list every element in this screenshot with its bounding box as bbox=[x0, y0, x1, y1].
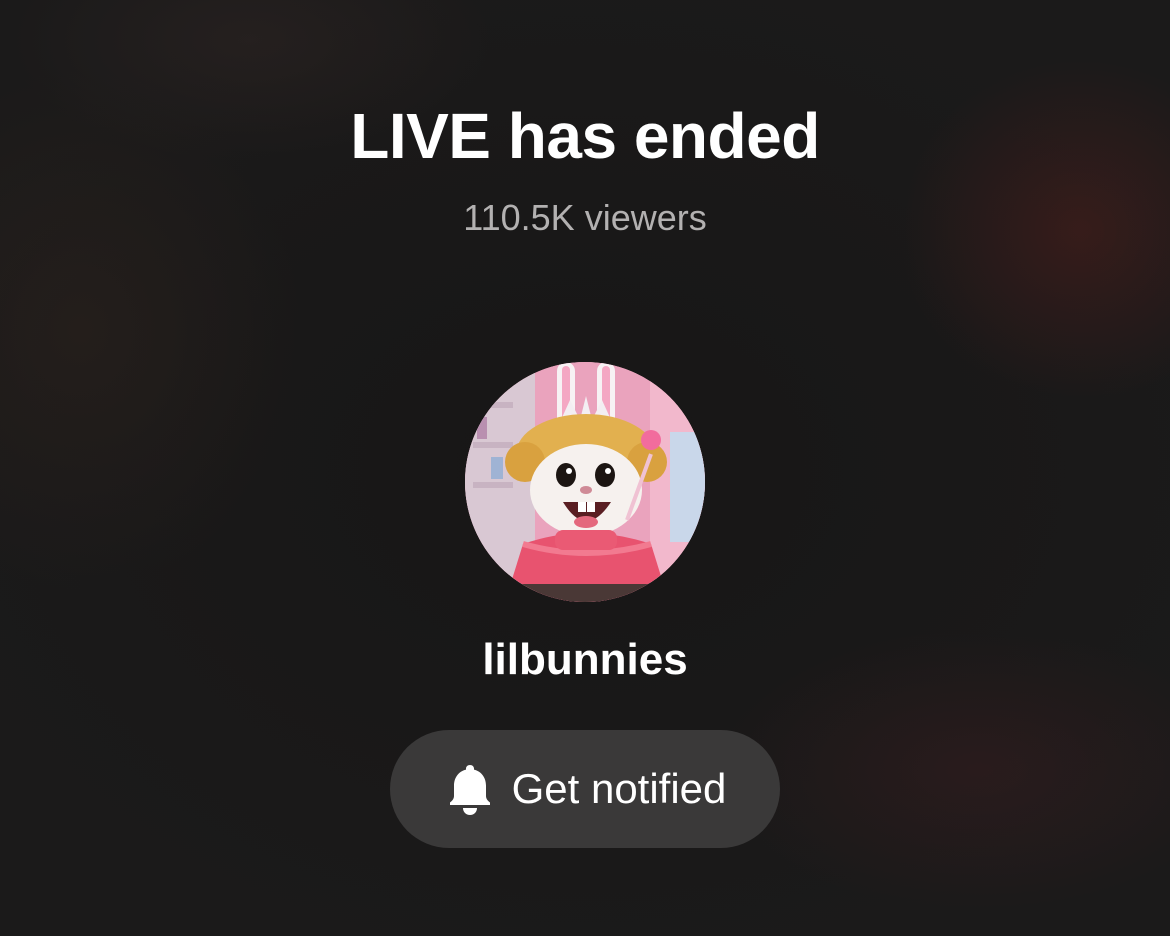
live-ended-screen: LIVE has ended 110.5K viewers lilbunnies… bbox=[0, 0, 1170, 936]
host-avatar[interactable] bbox=[465, 362, 705, 602]
get-notified-label: Get notified bbox=[511, 765, 727, 812]
bell-icon bbox=[449, 765, 490, 815]
host-username[interactable]: lilbunnies bbox=[0, 632, 1170, 688]
live-ended-title: LIVE has ended bbox=[350, 100, 820, 172]
get-notified-button[interactable]: Get notified bbox=[390, 730, 780, 848]
avatar-image bbox=[465, 362, 705, 602]
viewer-count: 110.5K viewers bbox=[463, 197, 707, 238]
